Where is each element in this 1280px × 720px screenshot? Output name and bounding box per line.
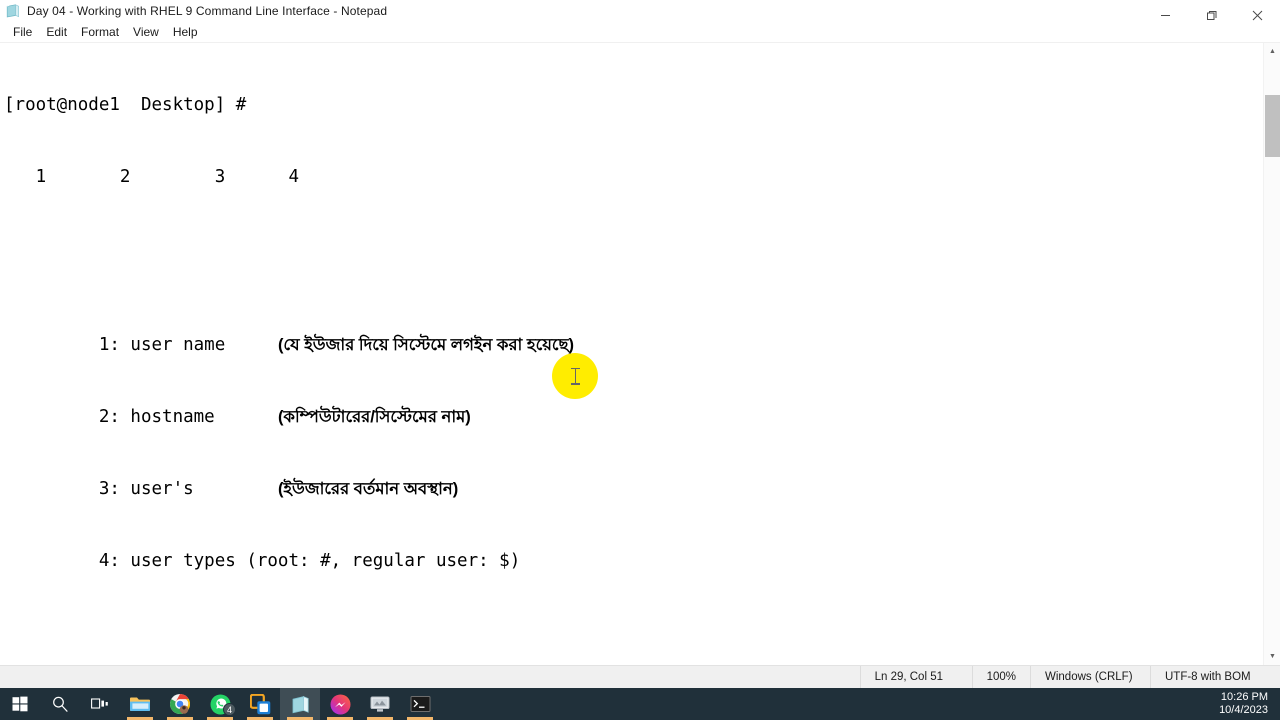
menu-item-help[interactable]: Help bbox=[166, 24, 205, 40]
minimize-button[interactable] bbox=[1142, 0, 1188, 30]
taskbar-app-vmware-workstation[interactable] bbox=[240, 688, 280, 720]
search-icon bbox=[53, 696, 68, 712]
doc-line-numbers: 1 2 3 4 bbox=[4, 167, 300, 187]
status-line-column: Ln 29, Col 51 bbox=[859, 665, 972, 689]
file-explorer-icon bbox=[130, 697, 150, 711]
doc-line-legend-1: 1: user name (যে ইউজার দিয়ে সিস্টেমে লগ… bbox=[4, 333, 1263, 357]
start-icon bbox=[12, 696, 28, 712]
taskbar-app-remote-desktop[interactable] bbox=[360, 688, 400, 720]
legend-3-bengali: (ইউজারের বর্তমান অবস্থান) bbox=[277, 480, 459, 498]
task-view-button[interactable] bbox=[80, 688, 120, 720]
vmware-workstation-icon bbox=[249, 693, 270, 714]
taskbar-app-messenger[interactable] bbox=[320, 688, 360, 720]
taskbar-app-whatsapp[interactable]: 4 bbox=[200, 688, 240, 720]
status-bar: Ln 29, Col 51 100% Windows (CRLF) UTF-8 … bbox=[0, 665, 1280, 689]
document-text[interactable]: [root@node1 Desktop] # 1 2 3 4 1: user n… bbox=[0, 43, 1263, 665]
legend-2-mono: 2: hostname bbox=[4, 407, 278, 427]
restore-button[interactable] bbox=[1188, 0, 1234, 30]
vertical-scrollbar[interactable]: ▲ ▼ bbox=[1263, 43, 1280, 665]
notepad-taskbar-icon bbox=[292, 695, 309, 713]
taskbar-app-notepad[interactable] bbox=[280, 688, 320, 720]
taskbar-clock[interactable]: 10:26 PM 10/4/2023 bbox=[1219, 691, 1280, 717]
start-button[interactable] bbox=[0, 688, 40, 720]
windows-taskbar: 4 10:26 PM 10/4/2023 bbox=[0, 688, 1280, 720]
doc-line-blank-2 bbox=[4, 645, 1263, 665]
remote-desktop-icon bbox=[370, 696, 390, 712]
doc-line-legend-3: 3: user's (ইউজারের বর্তমান অবস্থান) bbox=[4, 477, 1263, 501]
notepad-window: Day 04 - Working with RHEL 9 Command Lin… bbox=[0, 0, 1280, 689]
task-view-icon bbox=[91, 698, 108, 709]
clock-time: 10:26 PM bbox=[1220, 691, 1268, 703]
close-button[interactable] bbox=[1234, 0, 1280, 30]
taskbar-app-file-explorer[interactable] bbox=[120, 688, 160, 720]
legend-1-mono: 1: user name bbox=[4, 335, 278, 355]
command-prompt-icon bbox=[410, 696, 430, 712]
status-line-ending: Windows (CRLF) bbox=[1030, 665, 1150, 689]
search-button[interactable] bbox=[40, 688, 80, 720]
doc-line-legend-2: 2: hostname (কম্পিউটারের/সিস্টেমের নাম) bbox=[4, 405, 1263, 429]
menu-item-edit[interactable]: Edit bbox=[39, 24, 74, 40]
scroll-up-arrow-icon[interactable]: ▲ bbox=[1264, 43, 1280, 60]
status-encoding: UTF-8 with BOM bbox=[1150, 665, 1280, 689]
text-editor-area[interactable]: [root@node1 Desktop] # 1 2 3 4 1: user n… bbox=[0, 43, 1280, 665]
whatsapp-badge: 4 bbox=[223, 703, 236, 716]
notepad-icon bbox=[5, 3, 21, 19]
messenger-icon bbox=[330, 694, 350, 714]
legend-3-mono: 3: user's bbox=[4, 479, 278, 499]
title-bar: Day 04 - Working with RHEL 9 Command Lin… bbox=[0, 0, 1280, 21]
menu-item-file[interactable]: File bbox=[6, 24, 39, 40]
legend-2-bengali: (কম্পিউটারের/সিস্টেমের নাম) bbox=[277, 408, 471, 426]
doc-line-legend-4: 4: user types (root: #, regular user: $) bbox=[4, 551, 521, 571]
clock-date: 10/4/2023 bbox=[1219, 704, 1268, 716]
doc-line-blank-1 bbox=[4, 237, 1263, 261]
scroll-down-arrow-icon[interactable]: ▼ bbox=[1264, 648, 1280, 665]
doc-line-prompt: [root@node1 Desktop] # bbox=[4, 95, 247, 115]
legend-1-bengali: (যে ইউজার দিয়ে সিস্টেমে লগইন করা হয়েছে… bbox=[277, 336, 575, 354]
menu-item-view[interactable]: View bbox=[126, 24, 166, 40]
window-title: Day 04 - Working with RHEL 9 Command Lin… bbox=[27, 3, 388, 18]
google-chrome-icon bbox=[169, 694, 191, 715]
vertical-scrollbar-thumb[interactable] bbox=[1265, 95, 1280, 157]
menu-item-format[interactable]: Format bbox=[74, 24, 126, 40]
taskbar-app-google-chrome[interactable] bbox=[160, 688, 200, 720]
window-controls bbox=[1142, 0, 1280, 30]
taskbar-app-command-prompt[interactable] bbox=[400, 688, 440, 720]
status-zoom-level: 100% bbox=[971, 665, 1030, 689]
menu-bar: File Edit Format View Help bbox=[0, 21, 1280, 43]
